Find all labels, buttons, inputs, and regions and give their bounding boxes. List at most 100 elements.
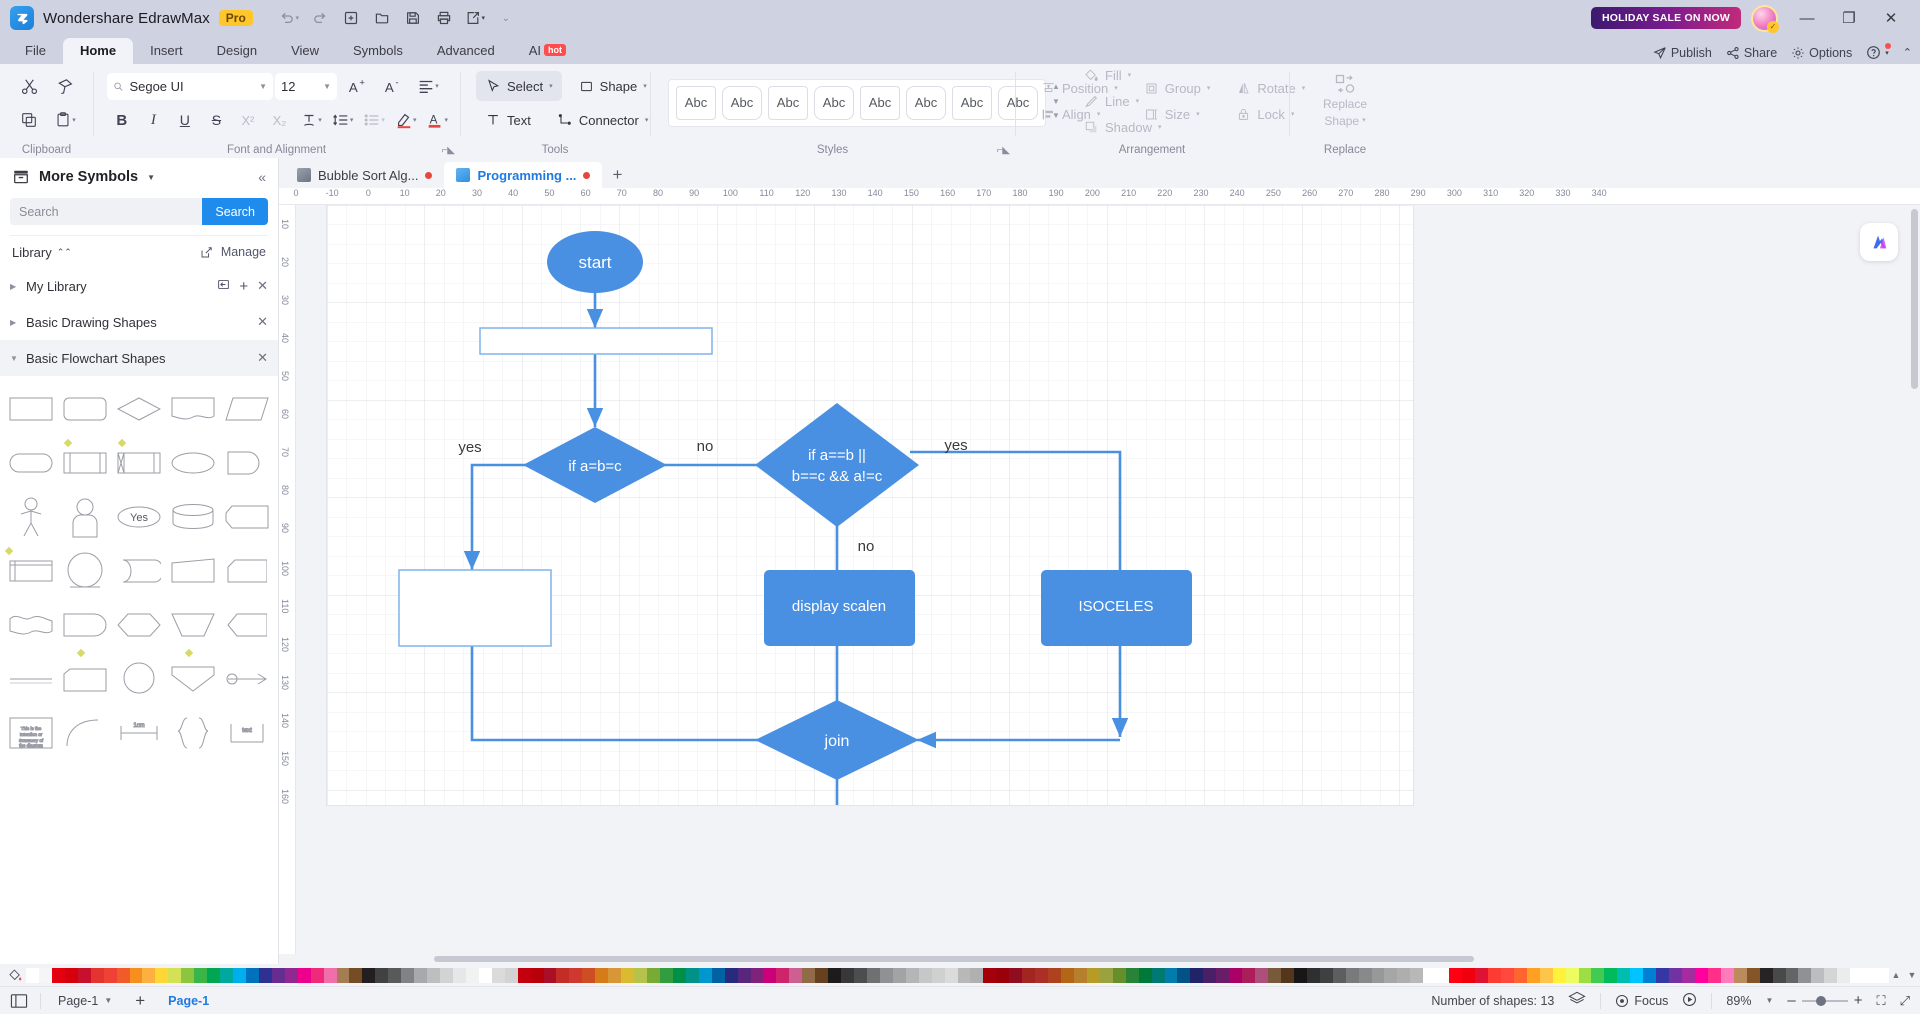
color-swatch[interactable]	[556, 967, 570, 983]
color-swatch[interactable]	[569, 967, 583, 983]
layers-icon[interactable]	[1568, 991, 1587, 1010]
shape-item-angle-measure[interactable]: text	[220, 708, 274, 758]
color-swatch[interactable]	[414, 967, 428, 983]
zoom-slider[interactable]: – +	[1787, 992, 1862, 1009]
color-swatch[interactable]	[181, 967, 195, 983]
menu-tab-ai[interactable]: AI hot	[512, 38, 583, 64]
minimize-button[interactable]: —	[1788, 3, 1826, 33]
color-swatch[interactable]	[1397, 967, 1411, 983]
color-swatch[interactable]	[1578, 967, 1592, 983]
shape-item-trapezoid-flag[interactable]	[166, 546, 220, 596]
shape-item-process-rectangle[interactable]	[4, 384, 58, 434]
format-painter-icon[interactable]	[48, 71, 82, 101]
color-swatch[interactable]	[1850, 967, 1864, 983]
group-button[interactable]: Group ▾	[1138, 76, 1217, 101]
vertical-scrollbar-track[interactable]	[1909, 205, 1920, 954]
shape-item-yes-oval[interactable]: Yes	[112, 492, 166, 542]
color-swatch[interactable]	[26, 967, 39, 983]
color-swatch[interactable]	[465, 967, 479, 983]
replace-shape-button[interactable]: Replace Shape ▾	[1313, 69, 1377, 133]
current-page-label[interactable]: Page-1	[159, 992, 218, 1010]
color-swatch[interactable]	[1061, 967, 1074, 983]
color-swatch[interactable]	[1785, 967, 1799, 983]
publish-button[interactable]: Publish	[1653, 46, 1712, 60]
menu-tab-file[interactable]: File	[8, 38, 63, 64]
color-swatch[interactable]	[815, 967, 829, 983]
document-tab-programming[interactable]: Programming ...	[444, 162, 603, 188]
qat-more-icon[interactable]: ⌄	[492, 5, 520, 31]
vertical-scrollbar-thumb[interactable]	[1911, 209, 1918, 389]
color-swatch[interactable]	[1216, 967, 1230, 983]
color-swatch[interactable]	[1733, 967, 1747, 983]
page-tab-selector[interactable]: Page-1 ▼	[49, 992, 121, 1010]
share-button[interactable]: Share	[1726, 46, 1777, 60]
font-family-input[interactable]	[129, 78, 254, 94]
italic-icon[interactable]: I	[139, 105, 169, 135]
zoom-in-button[interactable]: +	[1854, 992, 1863, 1009]
color-swatch[interactable]	[1707, 967, 1721, 983]
color-swatch[interactable]	[1798, 967, 1812, 983]
color-swatch[interactable]	[64, 967, 78, 983]
color-swatch[interactable]	[1487, 967, 1501, 983]
shape-item-merge-triangle[interactable]	[166, 648, 220, 704]
paragraph-align-icon[interactable]: ▾	[411, 71, 445, 101]
color-swatch[interactable]	[1022, 967, 1036, 983]
color-swatch[interactable]	[1475, 967, 1488, 983]
shape-item-tape-rounded[interactable]	[220, 546, 274, 596]
color-swatch[interactable]	[983, 967, 997, 983]
horizontal-ruler[interactable]: 0 -10 0 10 20 30 40 50 60 70 80 90 100 110 120 130 140 15…	[279, 188, 1920, 205]
color-swatch[interactable]	[323, 967, 337, 983]
line-spacing-icon[interactable]: ▾	[328, 105, 358, 135]
color-swatch[interactable]	[220, 967, 233, 983]
color-swatch[interactable]	[388, 967, 402, 983]
color-swatch[interactable]	[582, 967, 596, 983]
shape-item-delay[interactable]	[220, 438, 274, 488]
color-swatch[interactable]	[1371, 967, 1385, 983]
increase-font-icon[interactable]: A +	[339, 71, 373, 101]
subscript-icon[interactable]: X₂	[265, 105, 295, 135]
color-swatch[interactable]	[1293, 967, 1307, 983]
color-swatch[interactable]	[957, 967, 971, 983]
palette-scroll-up-icon[interactable]: ▲	[1888, 970, 1904, 980]
export-icon[interactable]: ▾	[461, 5, 489, 31]
color-swatch[interactable]	[51, 967, 65, 983]
color-swatch[interactable]	[1099, 967, 1113, 983]
style-preset[interactable]: Abc	[860, 85, 900, 120]
color-swatch[interactable]	[1242, 967, 1256, 983]
color-swatch[interactable]	[892, 967, 906, 983]
color-swatch[interactable]	[1552, 967, 1566, 983]
page-tab-caret-icon[interactable]: ▼	[104, 996, 112, 1005]
shape-item-database-cylinder[interactable]	[166, 492, 220, 542]
align-button[interactable]: Align ▾	[1035, 102, 1124, 127]
color-swatch[interactable]	[608, 967, 622, 983]
connector-tool-button[interactable]: Connector ▾	[548, 105, 658, 135]
color-swatch[interactable]	[375, 967, 389, 983]
menu-tab-insert[interactable]: Insert	[133, 38, 200, 64]
color-swatch[interactable]	[672, 967, 686, 983]
shape-item-internal-storage[interactable]	[112, 438, 166, 488]
position-button[interactable]: Position ▾	[1035, 76, 1124, 101]
shape-item-quarter-arc[interactable]	[58, 708, 112, 758]
menu-tab-home[interactable]: Home	[62, 38, 134, 64]
color-swatch[interactable]	[517, 967, 531, 983]
color-swatch[interactable]	[207, 967, 221, 983]
horizontal-scrollbar-thumb[interactable]	[434, 956, 1474, 962]
sidebar-title-caret-icon[interactable]: ▼	[147, 173, 155, 182]
zoom-caret-icon[interactable]: ▼	[1765, 996, 1773, 1005]
color-swatch[interactable]	[1280, 967, 1294, 983]
undo-icon[interactable]: ▾	[275, 5, 303, 31]
promo-badge[interactable]: HOLIDAY SALE ON NOW	[1590, 7, 1741, 29]
vertical-ruler[interactable]: 10 20 30 40 50 60 70 80 90 100 110 120 130 140 150 160	[279, 205, 296, 954]
shape-item-inverted-trapezoid[interactable]	[166, 600, 220, 650]
bold-icon[interactable]: B	[107, 105, 137, 135]
color-swatch[interactable]	[1604, 967, 1618, 983]
maximize-button[interactable]: ❐	[1830, 3, 1868, 33]
color-swatch[interactable]	[543, 967, 557, 983]
ai-assistant-icon[interactable]	[1860, 223, 1898, 261]
close-library-icon[interactable]: ✕	[257, 278, 268, 294]
avatar[interactable]	[1751, 4, 1779, 33]
color-swatch[interactable]	[879, 967, 893, 983]
shape-item-brace[interactable]	[166, 708, 220, 758]
color-swatch[interactable]	[1824, 967, 1838, 983]
shape-item-dimension-line[interactable]: 1cm	[112, 708, 166, 758]
